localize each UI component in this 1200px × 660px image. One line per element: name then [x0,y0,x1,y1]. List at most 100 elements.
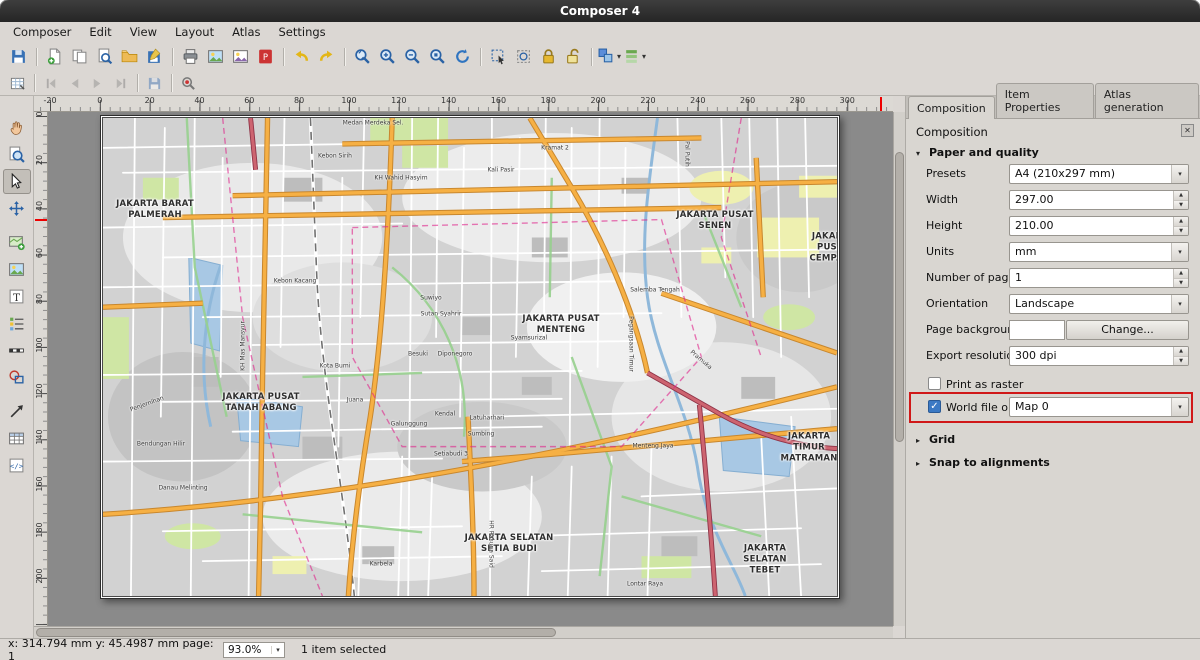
select-move-item-button[interactable] [3,169,31,194]
toolbar-separator [137,74,138,92]
presets-select[interactable]: A4 (210x297 mm)▾ [1009,164,1189,184]
add-label-button[interactable]: T [3,284,31,309]
map-item[interactable]: JAKARTA BARAT PALMERAH JAKARTA PUSAT SEN… [103,118,837,596]
tab-item-properties[interactable]: Item Properties [996,83,1094,118]
page-background-swatch[interactable] [1009,320,1065,340]
zoom-level-select[interactable]: 93.0% ▾ [223,642,285,658]
spin-down-icon[interactable]: ▼ [1174,227,1188,236]
spin-up-icon[interactable]: ▲ [1174,269,1188,279]
redo-button[interactable] [314,45,339,69]
chevron-down-icon[interactable]: ▾ [1171,398,1188,416]
zoom-tool-button[interactable] [3,142,31,167]
arrange-items-dropdown-button[interactable]: ▾ [622,45,647,69]
chevron-down-icon[interactable]: ▾ [1171,295,1188,313]
add-html-icon: </> [8,457,25,474]
width-spinbox[interactable]: 297.00▲▼ [1009,190,1189,210]
change-background-button[interactable]: Change... [1066,320,1189,340]
menu-edit[interactable]: Edit [80,22,120,42]
section-grid[interactable]: ▸Grid [916,433,955,446]
save-as-template-button[interactable] [142,45,167,69]
vertical-scrollbar[interactable] [893,112,905,626]
tab-atlas-generation[interactable]: Atlas generation [1095,83,1199,118]
add-image-button[interactable] [3,257,31,282]
spin-down-icon[interactable]: ▼ [1174,357,1188,366]
spin-up-icon[interactable]: ▲ [1174,217,1188,227]
first-feature-button[interactable] [40,73,63,94]
new-composition-button[interactable] [42,45,67,69]
section-label: Snap to alignments [929,456,1050,469]
load-template-button[interactable] [117,45,142,69]
move-item-content-button[interactable] [3,196,31,221]
chevron-down-icon[interactable]: ▾ [1171,165,1188,183]
add-html-frame-button[interactable]: </> [3,453,31,478]
menu-atlas[interactable]: Atlas [223,22,269,42]
group-items-dropdown-button[interactable]: ▾ [597,45,622,69]
pages-spinbox[interactable]: 1▲▼ [1009,268,1189,288]
zoom-actual-button[interactable] [425,45,450,69]
spin-up-icon[interactable]: ▲ [1174,191,1188,201]
section-snap-to-alignments[interactable]: ▸Snap to alignments [916,456,1050,469]
save-template-icon [146,48,163,65]
duplicate-composition-button[interactable] [67,45,92,69]
add-new-map-button[interactable] [3,230,31,255]
units-select[interactable]: mm▾ [1009,242,1189,262]
add-scalebar-button[interactable] [3,338,31,363]
previous-feature-button[interactable] [63,73,86,94]
add-legend-button[interactable] [3,311,31,336]
composition-page[interactable]: JAKARTA BARAT PALMERAH JAKARTA PUSAT SEN… [100,115,840,599]
ruler-cursor-marker [880,97,882,111]
district-label: JAKARTA TIMUR MATRAMAN [780,431,837,464]
export-image-button[interactable] [203,45,228,69]
export-svg-button[interactable] [228,45,253,69]
units-value: mm [1010,243,1171,261]
last-feature-button[interactable] [109,73,132,94]
close-icon[interactable]: ✕ [1181,124,1194,137]
spin-up-icon[interactable]: ▲ [1174,347,1188,357]
menu-view[interactable]: View [121,22,166,42]
undo-button[interactable] [289,45,314,69]
scrollbar-thumb[interactable] [895,152,904,442]
pan-tool-button[interactable] [3,115,31,140]
composition-canvas[interactable]: JAKARTA BARAT PALMERAH JAKARTA PUSAT SEN… [48,112,893,626]
zoom-in-button[interactable] [375,45,400,69]
spin-down-icon[interactable]: ▼ [1174,201,1188,210]
select-items-icon [490,48,507,65]
zoom-out-button[interactable] [400,45,425,69]
add-arrow-button[interactable] [3,399,31,424]
export-resolution-spinbox[interactable]: 300 dpi▲▼ [1009,346,1189,366]
menu-layout[interactable]: Layout [166,22,223,42]
refresh-view-button[interactable] [450,45,475,69]
menu-composer[interactable]: Composer [4,22,80,42]
chevron-down-icon[interactable]: ▾ [271,646,284,654]
chevron-down-icon[interactable]: ▾ [1171,243,1188,261]
world-file-map-select[interactable]: Map 0▾ [1009,397,1189,417]
world-file-checkbox[interactable]: ✓ [928,400,941,413]
unlock-items-button[interactable] [561,45,586,69]
atlas-settings-button[interactable] [177,73,200,94]
ruler-number: 120 [391,96,406,105]
tab-composition[interactable]: Composition [908,96,995,119]
preview-atlas-button[interactable] [6,73,29,94]
print-button[interactable] [178,45,203,69]
export-atlas-button[interactable] [143,73,166,94]
save-project-button[interactable] [6,45,31,69]
street-label: Karbela [370,561,393,568]
ruler-number: 300 [840,96,855,105]
next-feature-button[interactable] [86,73,109,94]
export-pdf-button[interactable]: P [253,45,278,69]
ruler-vertical: 020406080100120140160180200 [34,112,48,626]
menu-settings[interactable]: Settings [270,22,335,42]
manage-composers-button[interactable] [92,45,117,69]
select-items-button[interactable] [486,45,511,69]
section-paper-and-quality[interactable]: ▾Paper and quality [916,146,1039,159]
add-shape-button[interactable] [3,365,31,390]
add-attribute-table-button[interactable] [3,426,31,451]
height-spinbox[interactable]: 210.00▲▼ [1009,216,1189,236]
deselect-items-button[interactable] [511,45,536,69]
spin-down-icon[interactable]: ▼ [1174,279,1188,288]
orientation-select[interactable]: Landscape▾ [1009,294,1189,314]
print-as-raster-checkbox[interactable] [928,377,941,390]
lock-items-button[interactable] [536,45,561,69]
zoom-full-button[interactable] [350,45,375,69]
image-icon [207,48,224,65]
